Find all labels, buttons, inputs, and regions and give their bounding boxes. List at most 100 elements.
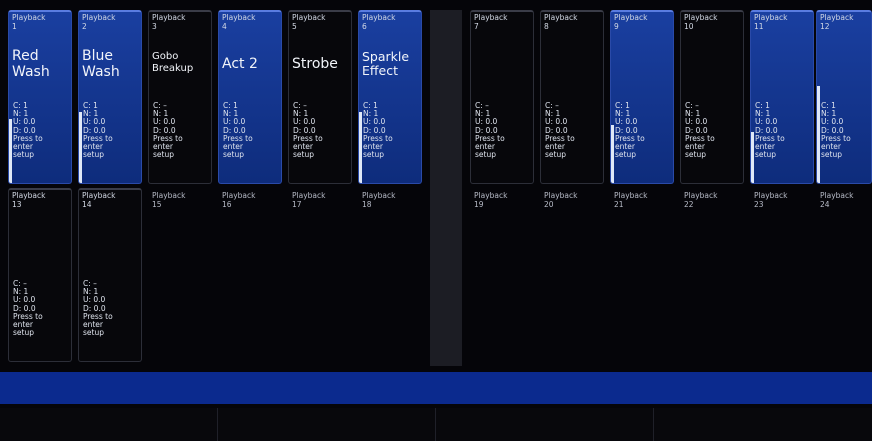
playback-header: Playback 20 [544,191,578,209]
playback-header: Playback 3 [152,13,186,31]
setup-prompt: Press to enter setup [153,133,183,160]
setup-prompt: Press to enter setup [821,133,851,160]
playback-stat-values: C: 1 N: 1 U: 0.0 D: 0.0 [821,101,844,135]
playback-header: Playback 19 [474,191,508,209]
playback-name: Act 2 [222,56,258,72]
playback-stat-values: C: 1 N: 1 U: 0.0 D: 0.0 [223,101,246,135]
playback-stats: C: – N: 1 U: 0.0 D: 0.0 Press to enter se… [153,101,183,160]
playback-header: Playback 1 [12,13,46,31]
setup-prompt: Press to enter setup [755,133,785,160]
playback-stats: C: – N: 1 U: 0.0 D: 0.0 Press to enter se… [475,101,505,160]
fader-level-bar [9,119,12,183]
playback-tile-20[interactable]: Playback 20 [540,188,604,362]
setup-prompt: Press to enter setup [685,133,715,160]
playback-tile-9[interactable]: Playback 9 C: 1 N: 1 U: 0.0 D: 0.0 Press … [610,10,674,184]
playback-header: Playback 14 [82,191,116,209]
playback-header: Playback 15 [152,191,186,209]
playback-stats: C: 1 N: 1 U: 0.0 D: 0.0 Press to enter se… [83,101,113,160]
playback-stat-values: C: 1 N: 1 U: 0.0 D: 0.0 [615,101,638,135]
setup-prompt: Press to enter setup [615,133,645,160]
playback-stat-values: C: – N: 1 U: 0.0 D: 0.0 [685,101,708,135]
playback-tile-23[interactable]: Playback 23 [750,188,814,362]
playback-header: Playback 23 [754,191,788,209]
playback-tile-10[interactable]: Playback 10 C: – N: 1 U: 0.0 D: 0.0 Press… [680,10,744,184]
fader-level-bar [751,132,754,183]
playback-tile-16[interactable]: Playback 16 [218,188,282,362]
playback-stat-values: C: 1 N: 1 U: 0.0 D: 0.0 [363,101,386,135]
playback-name: Blue Wash [82,48,120,80]
playback-header: Playback 13 [12,191,46,209]
setup-prompt: Press to enter setup [13,133,43,160]
bank-divider [430,10,462,366]
playback-tile-5[interactable]: Playback 5 Strobe C: – N: 1 U: 0.0 D: 0.… [288,10,352,184]
playback-name: Strobe [292,56,338,72]
playback-stat-values: C: – N: 1 U: 0.0 D: 0.0 [153,101,176,135]
playback-tile-13[interactable]: Playback 13 C: – N: 1 U: 0.0 D: 0.0 Press… [8,188,72,362]
playback-stat-values: C: 1 N: 1 U: 0.0 D: 0.0 [83,101,106,135]
playback-stats: C: 1 N: 1 U: 0.0 D: 0.0 Press to enter se… [363,101,393,160]
playback-tile-1[interactable]: Playback 1 Red Wash C: 1 N: 1 U: 0.0 D: … [8,10,72,184]
playback-stats: C: – N: 1 U: 0.0 D: 0.0 Press to enter se… [545,101,575,160]
playback-header: Playback 2 [82,13,116,31]
playback-stat-values: C: – N: 1 U: 0.0 D: 0.0 [83,279,106,313]
playback-tile-17[interactable]: Playback 17 [288,188,352,362]
playback-header: Playback 18 [362,191,396,209]
playback-header: Playback 7 [474,13,508,31]
setup-prompt: Press to enter setup [83,133,113,160]
playback-header: Playback 10 [684,13,718,31]
playback-header: Playback 4 [222,13,256,31]
playback-bank-right: Playback 7 C: – N: 1 U: 0.0 D: 0.0 Press … [466,10,872,366]
fader-level-bar [79,112,82,183]
playback-tile-6[interactable]: Playback 6 Sparkle Effect C: 1 N: 1 U: 0… [358,10,422,184]
playback-stats: C: 1 N: 1 U: 0.0 D: 0.0 Press to enter se… [13,101,43,160]
playback-header: Playback 16 [222,191,256,209]
playback-header: Playback 22 [684,191,718,209]
playback-tile-24[interactable]: Playback 24 [816,188,872,362]
playback-header: Playback 9 [614,13,648,31]
playback-stats: C: – N: 1 U: 0.0 D: 0.0 Press to enter se… [685,101,715,160]
setup-prompt: Press to enter setup [363,133,393,160]
bottom-panel-cell[interactable] [218,408,436,441]
playback-tile-11[interactable]: Playback 11 C: 1 N: 1 U: 0.0 D: 0.0 Press… [750,10,814,184]
playback-tile-22[interactable]: Playback 22 [680,188,744,362]
playback-name: Sparkle Effect [362,49,410,78]
playback-tile-14[interactable]: Playback 14 C: – N: 1 U: 0.0 D: 0.0 Press… [78,188,142,362]
playback-tile-19[interactable]: Playback 19 [470,188,534,362]
playback-stats: C: – N: 1 U: 0.0 D: 0.0 Press to enter se… [83,279,113,338]
playback-stat-values: C: 1 N: 1 U: 0.0 D: 0.0 [13,101,36,135]
playback-name: Gobo Breakup [152,51,194,74]
bottom-panel-cell[interactable] [654,408,872,441]
playback-tile-3[interactable]: Playback 3 Gobo Breakup C: – N: 1 U: 0.0… [148,10,212,184]
playback-header: Playback 12 [820,13,854,31]
playback-stat-values: C: – N: 1 U: 0.0 D: 0.0 [475,101,498,135]
playback-stats: C: 1 N: 1 U: 0.0 D: 0.0 Press to enter se… [755,101,785,160]
bottom-panel [0,408,872,441]
playback-tile-18[interactable]: Playback 18 [358,188,422,362]
fader-level-bar [359,112,362,183]
fader-level-bar [611,125,614,183]
fader-level-bar [817,86,820,183]
playback-stat-values: C: – N: 1 U: 0.0 D: 0.0 [545,101,568,135]
bottom-panel-cell[interactable] [0,408,218,441]
playback-tile-7[interactable]: Playback 7 C: – N: 1 U: 0.0 D: 0.0 Press … [470,10,534,184]
playback-stats: C: – N: 1 U: 0.0 D: 0.0 Press to enter se… [13,279,43,338]
playback-header: Playback 11 [754,13,788,31]
playback-stat-values: C: – N: 1 U: 0.0 D: 0.0 [293,101,316,135]
playback-tile-12[interactable]: Playback 12 C: 1 N: 1 U: 0.0 D: 0.0 Press… [816,10,872,184]
playback-tile-21[interactable]: Playback 21 [610,188,674,362]
playback-header: Playback 17 [292,191,326,209]
playback-stats: C: 1 N: 1 U: 0.0 D: 0.0 Press to enter se… [223,101,253,159]
setup-prompt: Press to enter setup [13,311,43,338]
playback-tile-15[interactable]: Playback 15 [148,188,212,362]
playback-stat-values: C: – N: 1 U: 0.0 D: 0.0 [13,279,36,313]
playback-tile-2[interactable]: Playback 2 Blue Wash C: 1 N: 1 U: 0.0 D:… [78,10,142,184]
setup-prompt: Press to enter setup [475,133,505,160]
playback-tile-4[interactable]: Playback 4 Act 2 C: 1 N: 1 U: 0.0 D: 0.0… [218,10,282,184]
playback-tile-8[interactable]: Playback 8 C: – N: 1 U: 0.0 D: 0.0 Press … [540,10,604,184]
playback-header: Playback 24 [820,191,854,209]
playback-stats: C: 1 N: 1 U: 0.0 D: 0.0 Press to enter se… [821,101,851,160]
setup-prompt: Press to enter setup [545,133,575,160]
playback-stats: C: 1 N: 1 U: 0.0 D: 0.0 Press to enter se… [615,101,645,160]
setup-prompt: Press to enter setup [83,311,113,338]
bottom-panel-cell[interactable] [436,408,654,441]
